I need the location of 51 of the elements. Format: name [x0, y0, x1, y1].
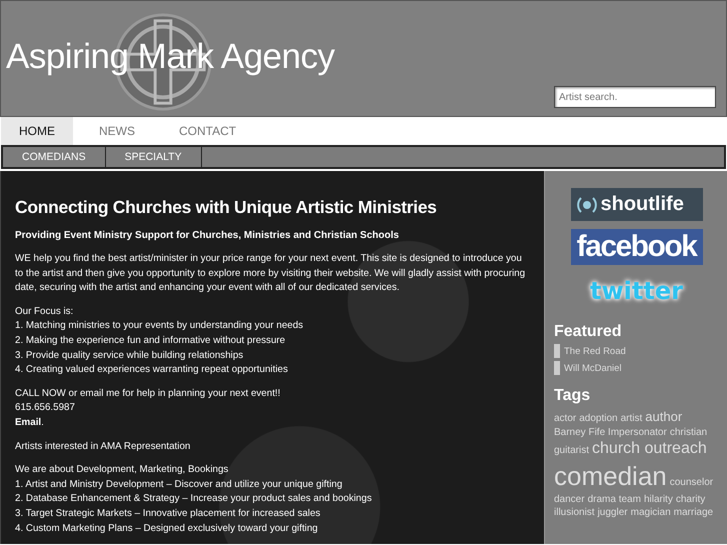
tag-link[interactable]: juggler [598, 506, 628, 520]
tag-link[interactable]: church outreach [592, 438, 707, 460]
tag-link[interactable]: counselor [670, 476, 714, 489]
tag-link[interactable]: actor [554, 412, 576, 425]
body-text: 2. Database Enhancement & Strategy – Increase your product sales and bookings [15, 492, 373, 506]
artist-search-field[interactable]: Artist search. [554, 86, 716, 108]
body-text: 1. Artist and Ministry Development – Discover and utilize your unique gifting [15, 478, 344, 492]
nav-tab[interactable]: CONTACT [161, 117, 254, 145]
tag-link[interactable]: charity [676, 493, 706, 506]
tag-link[interactable]: magician [630, 506, 671, 520]
tag-link[interactable]: Barney Fife Impersonator [554, 426, 667, 439]
tag-link[interactable]: artist [620, 412, 642, 425]
nav-tab[interactable]: HOME [1, 117, 73, 145]
body-text: Email. [15, 416, 45, 430]
tag-link[interactable]: adoption [579, 412, 618, 425]
site-title: Aspiring Mark Agency [6, 37, 334, 77]
nav-tab[interactable]: NEWS [81, 117, 153, 145]
tag-link[interactable]: guitarist [554, 444, 590, 457]
featured-link[interactable]: Will McDaniel [564, 362, 622, 374]
page-subheading: Providing Event Ministry Support for Churches, Ministries and Christian Schools [15, 230, 400, 241]
category-link[interactable]: SPECIALTY [106, 147, 202, 167]
tag-link[interactable]: dancer [554, 493, 585, 506]
featured-link[interactable]: The Red Road [564, 346, 626, 356]
body-text: 1. Matching ministries to your events by understanding your needs [15, 319, 304, 334]
body-text: Artists interested in AMA Representation [15, 440, 192, 454]
tag-link[interactable]: hilarity [644, 493, 673, 506]
page-heading: Connecting Churches with Unique Artistic Ministries [15, 197, 438, 218]
facebook-button[interactable]: facebook [570, 229, 702, 265]
tag-link[interactable]: illusionist [554, 506, 595, 520]
twitter-button[interactable]: twitter [590, 273, 683, 309]
category-link[interactable]: COMEDIANS [3, 147, 106, 167]
body-text: We are about Development, Marketing, Bookings [15, 463, 230, 478]
body-text: 4. Creating valued experiences warranting repeat opportunities [15, 363, 289, 378]
shoutlife-button[interactable]: shoutlife [570, 188, 702, 221]
tag-link[interactable]: christian [670, 426, 708, 439]
body-text: CALL NOW or email me for help in planning your next event!! [15, 386, 282, 401]
body-text: WE help you find the best artist/minister in your price range for your next event. This site is designed to introduce you to the artist and then give you opportunity to explore more by visiting their website. We will gladly assist with procuring date, securing with the artist and enhancing your event with all of our dedicated services. [15, 252, 526, 296]
featured-heading: Featured [554, 323, 623, 341]
tag-link[interactable]: drama team [588, 493, 641, 506]
bullet-bar [554, 361, 560, 375]
tag-link[interactable]: marriage [674, 506, 714, 520]
body-text: Our Focus is: [15, 304, 74, 319]
tags-heading: Tags [554, 387, 592, 405]
body-text: 4. Custom Marketing Plans – Designed exclusively toward your gifting [15, 522, 319, 536]
body-text: 3. Provide quality service while building relationships [15, 348, 244, 363]
body-text: 3. Target Strategic Markets – Innovative placement for increased sales [15, 506, 322, 521]
bullet-bar [554, 344, 560, 358]
body-text: 615.656.5987 [15, 401, 76, 416]
tag-link[interactable]: comedian [554, 460, 667, 494]
tag-link[interactable]: author [645, 409, 682, 426]
body-text: 2. Making the experience fun and informative without pressure [15, 334, 286, 348]
